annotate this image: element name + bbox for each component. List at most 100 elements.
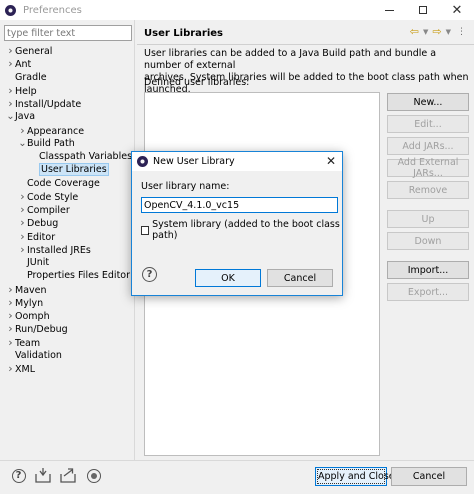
close-icon: ✕: [325, 154, 336, 168]
side-button[interactable]: Add JARs...: [387, 137, 469, 155]
tree-item-label: Java: [15, 111, 36, 123]
tree-item-label: Validation: [15, 349, 62, 361]
expand-arrow-icon[interactable]: ›: [6, 309, 15, 322]
expand-arrow-icon[interactable]: ›: [6, 336, 15, 349]
tree-item-label: Gradle: [15, 71, 47, 83]
tree-item[interactable]: › Run/Debug: [6, 322, 68, 336]
tree-item-label: Run/Debug: [15, 324, 68, 336]
side-button[interactable]: Down: [387, 232, 469, 250]
view-menu-icon[interactable]: ⋮: [457, 27, 466, 37]
tree-item-label: Install/Update: [15, 99, 82, 110]
record-preferences-button[interactable]: [85, 467, 102, 484]
tree-item[interactable]: › Mylyn: [6, 296, 43, 309]
tree-item[interactable]: Validation: [6, 349, 62, 362]
tree-item[interactable]: Classpath Variables: [30, 150, 132, 163]
tree-item-label: User Libraries: [39, 163, 109, 177]
tree-item[interactable]: › XML: [6, 362, 35, 375]
tree-item-label: Properties Files Editor: [27, 270, 131, 282]
side-button[interactable]: New...: [387, 93, 469, 111]
expand-arrow-icon[interactable]: ›: [6, 296, 15, 309]
tree-item[interactable]: JUnit: [18, 256, 49, 269]
system-library-label: System library (added to the boot class …: [152, 219, 340, 241]
system-library-checkbox[interactable]: [141, 225, 150, 235]
dialog-help-icon[interactable]: ?: [142, 267, 157, 282]
tree-item[interactable]: › Code Style: [18, 190, 78, 203]
expand-arrow-icon[interactable]: ›: [18, 124, 27, 137]
side-button[interactable]: Edit...: [387, 115, 469, 133]
tree-item[interactable]: › Maven: [6, 283, 46, 296]
new-user-library-dialog: New User Library ✕ User library name: Sy…: [131, 151, 343, 296]
expand-arrow-icon[interactable]: ›: [6, 84, 15, 97]
expand-arrow-icon[interactable]: ›: [18, 203, 27, 216]
side-button[interactable]: Export...: [387, 283, 469, 301]
tree-item[interactable]: › Debug: [18, 216, 58, 229]
tree-item-label: Code Style: [27, 191, 79, 203]
tree-item[interactable]: › Install/Update: [6, 97, 81, 110]
minimize-button[interactable]: [372, 0, 406, 20]
tree-item[interactable]: › Compiler: [18, 203, 70, 216]
ok-button[interactable]: OK: [195, 269, 261, 287]
expand-arrow-icon[interactable]: ›: [6, 97, 15, 110]
tree-item[interactable]: User Libraries: [30, 163, 109, 177]
back-dropdown-icon[interactable]: ▼: [423, 28, 428, 36]
export-preferences-button[interactable]: [60, 467, 77, 484]
footer-divider: [0, 460, 474, 461]
close-window-button[interactable]: ✕: [440, 0, 474, 20]
tree-item[interactable]: › Ant: [6, 57, 31, 70]
expand-arrow-icon[interactable]: ›: [6, 44, 15, 57]
expand-arrow-icon[interactable]: ›: [18, 243, 27, 256]
page-description: User libraries can be added to a Java Bu…: [144, 48, 469, 96]
expand-arrow-icon[interactable]: ›: [6, 283, 15, 296]
expand-arrow-icon[interactable]: ›: [18, 190, 27, 203]
tree-item-label: Build Path: [27, 137, 75, 149]
tree-item[interactable]: › Help: [6, 84, 36, 97]
maximize-button[interactable]: [406, 0, 440, 20]
apply-and-close-label: Apply and Close: [317, 469, 395, 484]
tree-item[interactable]: ⌄Java: [6, 110, 35, 123]
forward-arrow-icon[interactable]: ⇨: [432, 25, 441, 38]
expand-arrow-icon[interactable]: ›: [18, 230, 27, 243]
expand-arrow-icon[interactable]: ›: [6, 57, 15, 70]
tree-item[interactable]: › Installed JREs: [18, 243, 91, 256]
tree-item[interactable]: › General: [6, 44, 52, 57]
side-button[interactable]: Import...: [387, 261, 469, 279]
tree-item-label: Debug: [27, 218, 59, 230]
forward-dropdown-icon[interactable]: ▼: [446, 28, 451, 36]
back-arrow-icon[interactable]: ⇦: [410, 25, 419, 38]
library-name-label: User library name:: [141, 181, 230, 192]
tree-item[interactable]: Properties Files Editor: [18, 269, 130, 282]
tree-item[interactable]: Gradle: [6, 71, 47, 84]
minimize-icon: [384, 9, 394, 11]
tree-item[interactable]: › Team: [6, 336, 40, 349]
tree-item[interactable]: › Oomph: [6, 309, 49, 322]
expand-arrow-icon[interactable]: ›: [6, 362, 15, 375]
dialog-cancel-button[interactable]: Cancel: [267, 269, 333, 287]
collapse-arrow-icon[interactable]: ⌄: [18, 137, 27, 150]
tree-item[interactable]: ⌄Build Path: [18, 137, 75, 150]
side-button[interactable]: Remove: [387, 181, 469, 199]
tree-item[interactable]: › Editor: [18, 230, 55, 243]
library-name-input[interactable]: [141, 197, 338, 213]
collapse-arrow-icon[interactable]: ⌄: [6, 110, 15, 123]
tree-item[interactable]: › Appearance: [18, 124, 84, 137]
import-icon: [35, 468, 51, 483]
tree-item-label: Compiler: [27, 205, 70, 216]
tree-item[interactable]: Code Coverage: [18, 177, 100, 190]
window-title: Preferences: [23, 4, 82, 16]
import-preferences-button[interactable]: [35, 467, 52, 484]
list-label: Defined user libraries:: [144, 77, 250, 88]
apply-and-close-button[interactable]: Apply and Close: [315, 467, 395, 486]
expand-arrow-icon[interactable]: ›: [6, 322, 15, 335]
filter-input[interactable]: [4, 25, 132, 41]
close-icon: ✕: [451, 2, 463, 18]
side-button[interactable]: Add External JARs...: [387, 157, 469, 179]
tree-item-label: Classpath Variables: [39, 151, 133, 162]
help-button[interactable]: ?: [10, 467, 27, 484]
side-button[interactable]: Up: [387, 210, 469, 228]
dialog-close-button[interactable]: ✕: [326, 154, 336, 168]
system-library-option[interactable]: System library (added to the boot class …: [141, 219, 342, 241]
expand-arrow-icon[interactable]: ›: [18, 216, 27, 229]
cancel-button[interactable]: Cancel: [391, 467, 467, 486]
page-title: User Libraries: [144, 28, 223, 39]
preferences-navigation: ›General›AntGradle›Help›Install/Update⌄J…: [0, 20, 134, 460]
